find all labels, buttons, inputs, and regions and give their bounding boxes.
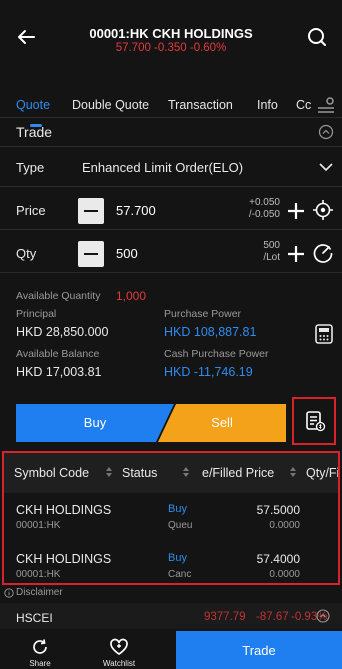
price-label: Price bbox=[16, 203, 46, 218]
purchase-power-value: HKD 108,887.81 bbox=[164, 325, 257, 339]
gauge-icon[interactable] bbox=[312, 242, 334, 264]
price-decrease-button[interactable] bbox=[78, 198, 104, 224]
table-row[interactable]: CKH HOLDINGS 00001:HK Buy Queu 57.5000 0… bbox=[4, 503, 338, 547]
sort-icon[interactable] bbox=[183, 467, 189, 477]
watchlist-label[interactable]: Watchlist bbox=[92, 659, 146, 668]
table-row[interactable]: CKH HOLDINGS 00001:HK Buy Canc 57.4000 0… bbox=[4, 552, 338, 583]
chevron-down-icon[interactable] bbox=[318, 161, 334, 173]
divider bbox=[0, 272, 342, 273]
row-side: Buy bbox=[168, 503, 187, 515]
orders-table-header: Symbol Code Status e/Filled Price Qty/Fi… bbox=[4, 453, 338, 493]
collapse-icon[interactable] bbox=[318, 124, 334, 140]
purchase-power-label: Purchase Power bbox=[164, 308, 242, 320]
price-step-up: +0.050 bbox=[249, 197, 280, 208]
price-increase-button[interactable] bbox=[285, 200, 307, 222]
divider bbox=[0, 186, 342, 187]
cash-purchase-power-value: HKD -11,746.19 bbox=[164, 365, 253, 379]
principal-label: Principal bbox=[16, 308, 57, 320]
orders-table: Symbol Code Status e/Filled Price Qty/Fi… bbox=[2, 451, 340, 585]
sort-icon[interactable] bbox=[290, 467, 296, 477]
watchlist-heart-icon[interactable] bbox=[108, 637, 130, 657]
expand-icon[interactable] bbox=[316, 609, 330, 623]
tab-menu-icon[interactable] bbox=[316, 95, 336, 115]
sort-icon[interactable] bbox=[106, 467, 112, 477]
qty-label: Qty bbox=[16, 246, 37, 261]
order-type-select[interactable]: Enhanced Limit Order(ELO) bbox=[82, 160, 243, 175]
tab-double-quote[interactable]: Double Quote bbox=[72, 98, 149, 112]
available-quantity-label: Available Quantity bbox=[16, 290, 101, 302]
row-side: Buy bbox=[168, 552, 187, 564]
col-qty-filled[interactable]: Qty/Fil bbox=[306, 466, 338, 480]
row-status: Queu bbox=[168, 520, 193, 531]
search-icon[interactable] bbox=[304, 24, 330, 50]
sell-button[interactable]: Sell bbox=[158, 404, 286, 442]
type-label: Type bbox=[16, 160, 45, 175]
buy-button[interactable]: Buy bbox=[16, 404, 174, 442]
row-price: 57.4000 bbox=[256, 552, 300, 566]
trade-nav-button[interactable]: Trade bbox=[176, 631, 342, 669]
tab-cc[interactable]: Cc bbox=[296, 98, 311, 112]
info-icon bbox=[4, 588, 14, 598]
row-symbol-code: 00001:HK bbox=[16, 520, 61, 531]
order-list-button[interactable] bbox=[292, 397, 336, 445]
tab-transaction[interactable]: Transaction bbox=[168, 98, 233, 112]
calculator-icon[interactable] bbox=[313, 323, 335, 345]
divider bbox=[0, 117, 342, 118]
qty-step-unit: /Lot bbox=[263, 252, 280, 263]
qty-step-lot: 500 bbox=[263, 240, 280, 251]
qty-decrease-button[interactable] bbox=[78, 241, 104, 267]
row-price: 57.5000 bbox=[256, 503, 300, 517]
qty-increase-button[interactable] bbox=[285, 243, 307, 265]
available-quantity-value: 1,000 bbox=[116, 289, 147, 303]
index-value: 9377.79 bbox=[204, 611, 246, 623]
disclaimer-link[interactable]: Disclaimer bbox=[16, 587, 63, 598]
row-status: Canc bbox=[168, 569, 192, 580]
share-label[interactable]: Share bbox=[22, 659, 58, 668]
stock-price-change: 57.700 -0.350 -0.60% bbox=[115, 42, 227, 54]
index-change: -87.67 bbox=[256, 611, 289, 623]
tab-quote[interactable]: Quote bbox=[16, 98, 50, 112]
principal-value: HKD 28,850.000 bbox=[16, 325, 109, 339]
sell-button-label: Sell bbox=[211, 415, 233, 430]
row-symbol-name: CKH HOLDINGS bbox=[16, 552, 112, 566]
index-name: HSCEI bbox=[16, 611, 53, 625]
row-filled-price: 0.0000 bbox=[269, 569, 300, 580]
tab-info[interactable]: Info bbox=[257, 98, 278, 112]
col-price-filled[interactable]: e/Filled Price bbox=[202, 466, 274, 480]
target-icon[interactable] bbox=[312, 199, 334, 221]
qty-input[interactable]: 500 bbox=[116, 246, 138, 261]
stock-title: 00001:HK CKH HOLDINGS bbox=[89, 26, 253, 41]
order-list-icon bbox=[304, 410, 326, 432]
share-icon[interactable] bbox=[30, 637, 50, 657]
qty-step: 500 /Lot bbox=[220, 240, 280, 264]
divider bbox=[0, 229, 342, 230]
buy-button-label: Buy bbox=[83, 415, 107, 430]
price-step: +0.050 /-0.050 bbox=[220, 197, 280, 221]
price-step-down: /-0.050 bbox=[248, 209, 280, 220]
col-symbol-code[interactable]: Symbol Code bbox=[14, 466, 89, 480]
cash-purchase-power-label: Cash Purchase Power bbox=[164, 348, 269, 360]
available-balance-label: Available Balance bbox=[16, 348, 100, 360]
trade-nav-label: Trade bbox=[242, 643, 276, 658]
row-symbol-name: CKH HOLDINGS bbox=[16, 503, 112, 517]
available-balance-value: HKD 17,003.81 bbox=[16, 365, 102, 379]
back-arrow-icon[interactable] bbox=[14, 24, 40, 50]
col-status[interactable]: Status bbox=[122, 466, 157, 480]
trade-section-title: Trade bbox=[16, 124, 53, 140]
price-input[interactable]: 57.700 bbox=[116, 203, 156, 218]
divider bbox=[0, 146, 342, 147]
row-symbol-code: 00001:HK bbox=[16, 569, 61, 580]
row-filled-price: 0.0000 bbox=[269, 520, 300, 531]
